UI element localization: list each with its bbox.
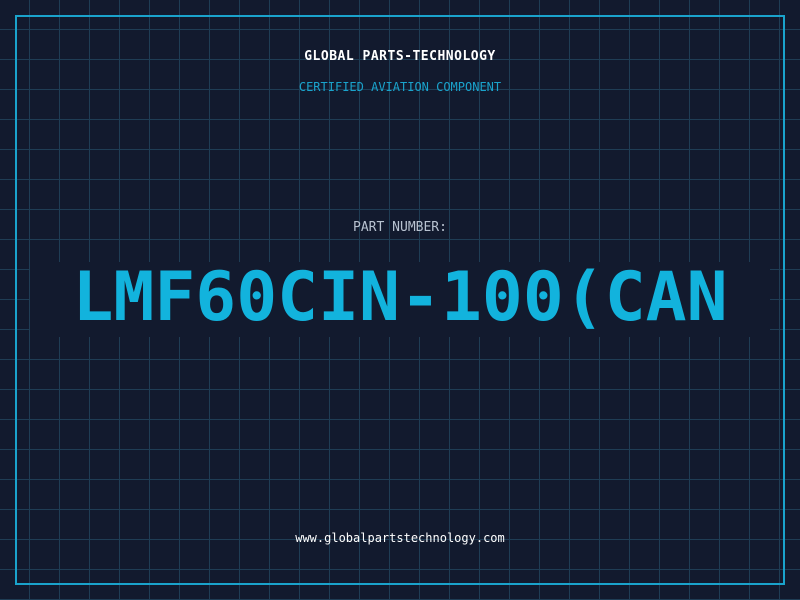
part-card: GLOBAL PARTS-TECHNOLOGY CERTIFIED AVIATI…	[0, 0, 800, 600]
part-number-label: PART NUMBER:	[353, 220, 447, 235]
website-url: www.globalpartstechnology.com	[295, 531, 505, 545]
company-name: GLOBAL PARTS-TECHNOLOGY	[304, 49, 496, 64]
part-number-value: LMF60CIN-100(CAN	[72, 258, 728, 337]
certification-tagline: CERTIFIED AVIATION COMPONENT	[298, 80, 502, 94]
